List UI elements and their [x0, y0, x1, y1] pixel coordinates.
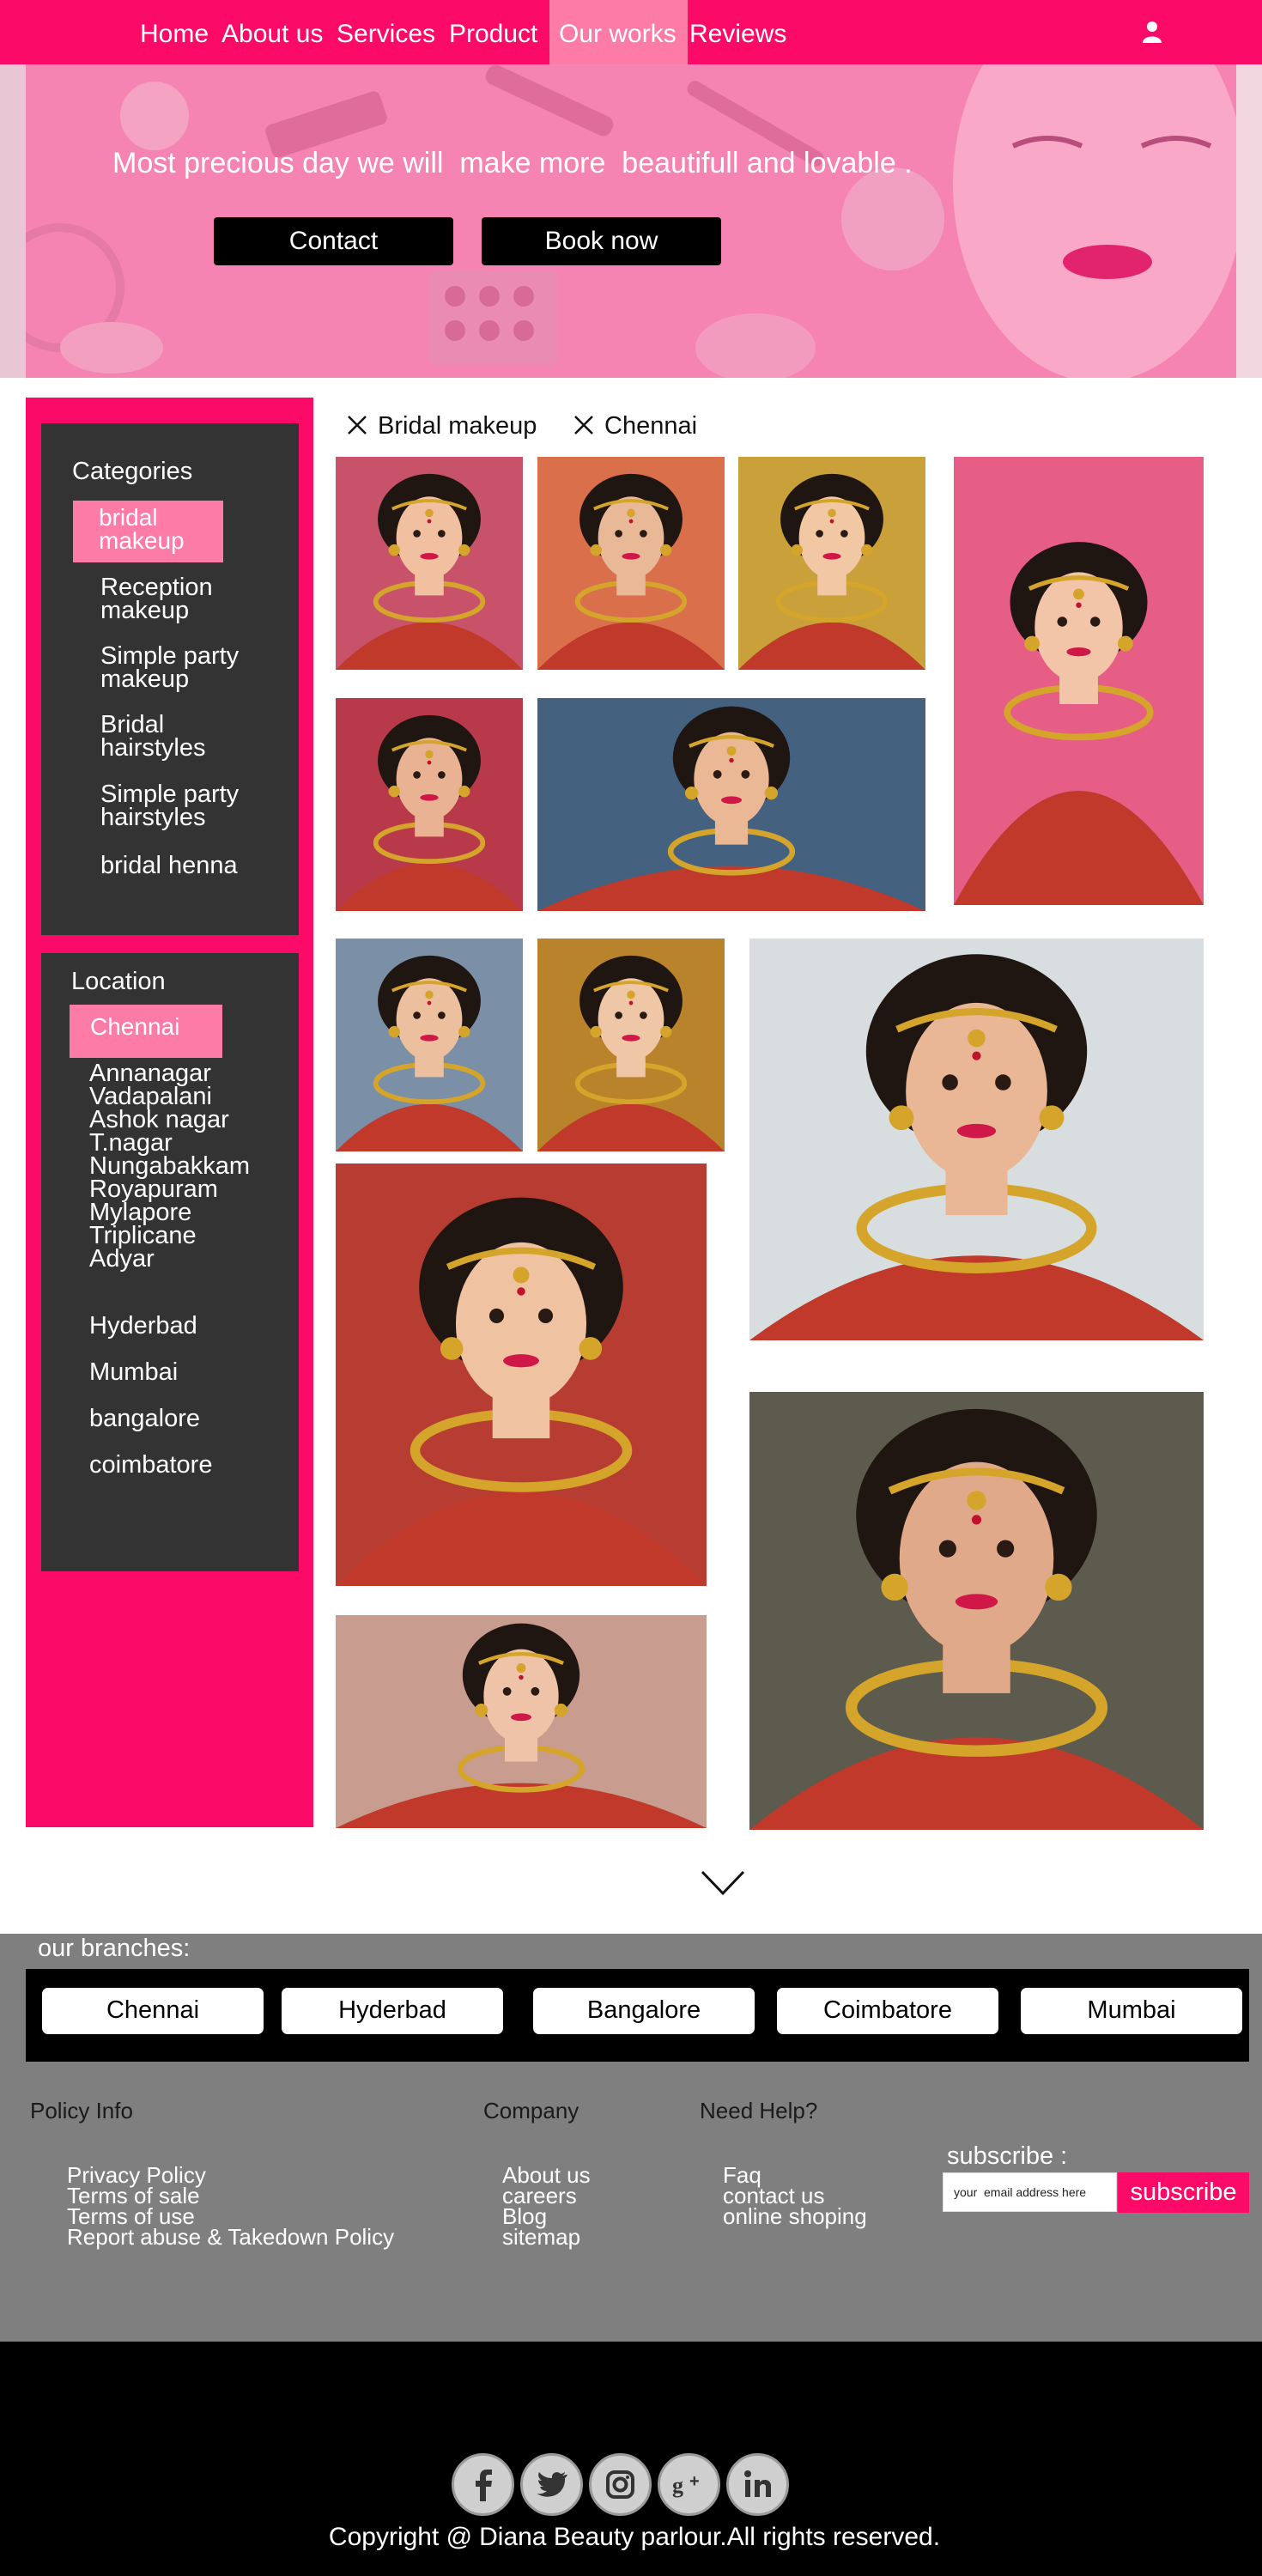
area-adyar[interactable]: Adyar: [89, 1247, 155, 1272]
gallery-photo[interactable]: [336, 1163, 707, 1586]
branch-mumbai-button[interactable]: Mumbai: [1021, 1988, 1242, 2034]
top-navbar: Home About us Services Product Our works…: [0, 0, 1262, 64]
branch-chennai-button[interactable]: Chennai: [42, 1988, 264, 2034]
category-bridal-henna[interactable]: bridal henna: [100, 854, 272, 878]
book-now-button[interactable]: Book now: [482, 217, 721, 265]
category-bridal-hairstyles[interactable]: Bridal hairstyles: [100, 713, 272, 761]
branch-coimbatore-button[interactable]: Coimbatore: [777, 1988, 998, 2034]
categories-panel: Categories bridal makeup Reception makeu…: [41, 423, 299, 935]
gallery-photo[interactable]: [336, 939, 523, 1151]
online-shopping-link[interactable]: online shoping: [723, 2205, 867, 2227]
location-title: Location: [71, 968, 166, 995]
city-hyderbad[interactable]: Hyderbad: [89, 1312, 197, 1340]
city-mumbai[interactable]: Mumbai: [89, 1358, 178, 1387]
gallery-photo[interactable]: [336, 698, 523, 911]
gallery-photo[interactable]: [954, 457, 1204, 905]
close-icon[interactable]: [347, 414, 367, 434]
area-nungabakkam[interactable]: Nungabakkam: [89, 1154, 250, 1179]
subscribe-label: subscribe :: [947, 2142, 1068, 2170]
svg-text:g: g: [672, 2473, 683, 2498]
subscribe-button[interactable]: subscribe: [1118, 2172, 1249, 2213]
location-panel: Location Chennai Annanagar Vadapalani As…: [41, 953, 299, 1571]
gallery-photo[interactable]: [738, 457, 925, 670]
filter-tag-chennai[interactable]: Chennai: [573, 412, 697, 447]
copyright-text: Copyright @ Diana Beauty parlour.All righ…: [0, 2523, 1262, 2552]
area-ashok-nagar[interactable]: Ashok nagar: [89, 1108, 229, 1133]
area-t-nagar[interactable]: T.nagar: [89, 1131, 173, 1156]
branch-bangalore-button[interactable]: Bangalore: [533, 1988, 755, 2034]
gallery-photo[interactable]: [537, 939, 725, 1151]
nav-reviews[interactable]: Reviews: [689, 0, 786, 64]
facebook-icon[interactable]: [452, 2453, 514, 2516]
area-annanagar[interactable]: Annanagar: [89, 1061, 211, 1086]
filter-tag-bridal-makeup[interactable]: Bridal makeup: [347, 412, 537, 447]
instagram-icon[interactable]: [589, 2453, 652, 2516]
nav-services[interactable]: Services: [337, 0, 435, 64]
filter-sidebar: Categories bridal makeup Reception makeu…: [26, 398, 313, 1827]
twitter-icon[interactable]: [520, 2453, 583, 2516]
area-royapuram[interactable]: Royapuram: [89, 1177, 218, 1202]
report-abuse-link[interactable]: Report abuse & Takedown Policy: [67, 2226, 394, 2248]
email-field[interactable]: [943, 2172, 1117, 2212]
nav-product[interactable]: Product: [449, 0, 537, 64]
need-help-heading: Need Help?: [700, 2098, 818, 2123]
city-bangalore[interactable]: bangalore: [89, 1405, 200, 1433]
branches-title: our branches:: [38, 1935, 191, 1962]
contact-button[interactable]: Contact: [214, 217, 453, 265]
area-mylapore[interactable]: Mylapore: [89, 1200, 191, 1225]
sitemap-link[interactable]: sitemap: [502, 2226, 580, 2248]
svg-text:+: +: [689, 2472, 700, 2491]
copyright-prefix: Copyright @: [328, 2523, 473, 2551]
policy-info-heading: Policy Info: [30, 2098, 133, 2123]
area-triplicane[interactable]: Triplicane: [89, 1224, 197, 1249]
nav-home[interactable]: Home: [140, 0, 209, 64]
close-icon[interactable]: [573, 414, 594, 434]
gallery-photo[interactable]: [749, 939, 1204, 1340]
branch-hyderbad-button[interactable]: Hyderbad: [282, 1988, 503, 2034]
gallery-photo[interactable]: [336, 1615, 707, 1828]
linkedin-icon[interactable]: [726, 2453, 789, 2516]
category-reception-makeup[interactable]: Reception makeup: [100, 575, 272, 623]
google-plus-icon[interactable]: g +: [658, 2453, 720, 2516]
hero-tagline: Most precious day we will make more beau…: [112, 147, 913, 179]
hero-banner: Most precious day we will make more beau…: [0, 64, 1262, 378]
gallery-photo[interactable]: [537, 457, 725, 670]
filter-tag-label: Bridal makeup: [378, 412, 537, 440]
copyright-body: Diana Beauty parlour.All rights reserved…: [479, 2523, 941, 2551]
category-bridal-makeup[interactable]: bridal makeup: [73, 501, 223, 562]
company-heading: Company: [483, 2098, 579, 2123]
chevron-down-icon[interactable]: [701, 1870, 745, 1896]
category-simple-party-hairstyles[interactable]: Simple party hairstyles: [100, 782, 272, 830]
location-chennai[interactable]: Chennai: [70, 1005, 222, 1058]
city-coimbatore[interactable]: coimbatore: [89, 1451, 212, 1479]
categories-title: Categories: [72, 458, 193, 485]
nav-about-us[interactable]: About us: [221, 0, 323, 64]
gallery-photo[interactable]: [537, 698, 925, 911]
area-vadapalani[interactable]: Vadapalani: [89, 1084, 212, 1109]
category-simple-party-makeup[interactable]: Simple party makeup: [100, 644, 272, 692]
user-icon[interactable]: [1142, 21, 1162, 43]
filter-tag-label: Chennai: [604, 412, 698, 440]
gallery-photo[interactable]: [336, 457, 523, 670]
nav-our-works[interactable]: Our works: [549, 0, 688, 64]
gallery-photo[interactable]: [749, 1392, 1204, 1830]
